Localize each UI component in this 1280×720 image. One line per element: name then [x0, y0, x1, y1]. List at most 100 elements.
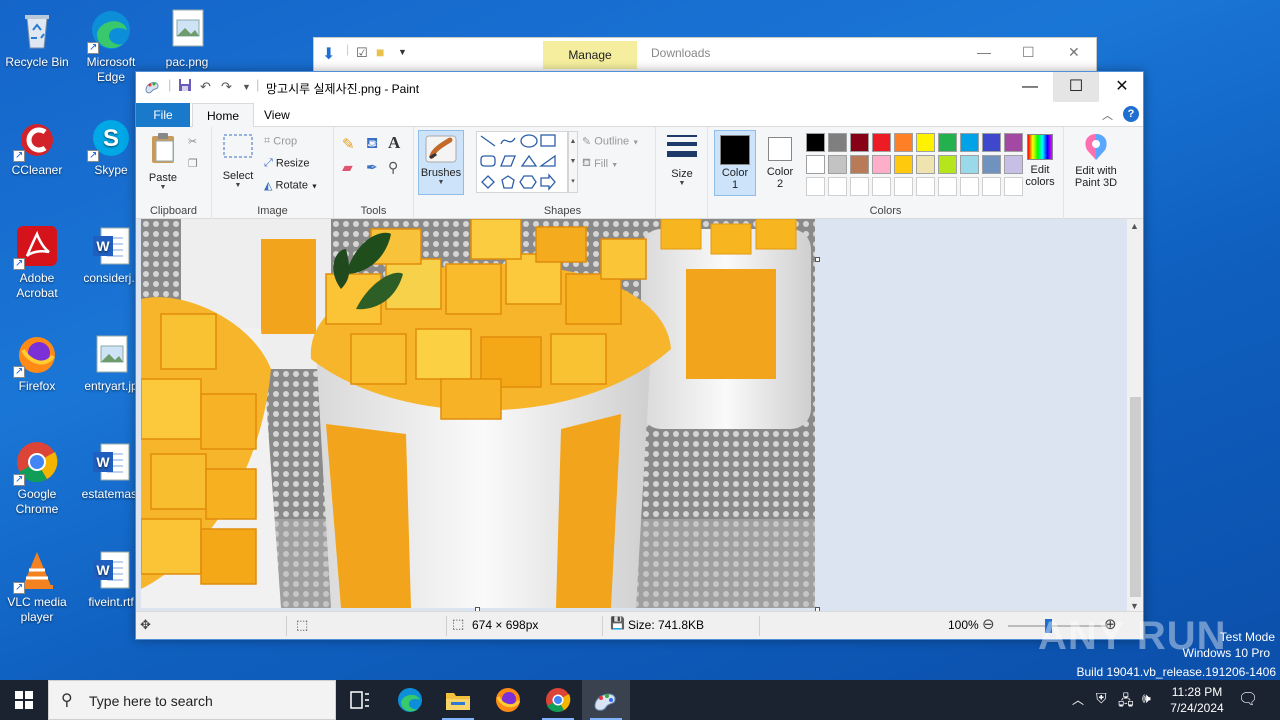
pencil-icon[interactable]: ✎	[342, 135, 355, 153]
zoom-out-icon[interactable]: ⊖	[982, 615, 995, 633]
file-menu[interactable]: File	[136, 103, 190, 127]
taskbar-firefox[interactable]	[484, 680, 532, 720]
custom-color-slot[interactable]	[894, 177, 913, 196]
desktop-icon-pac[interactable]: pac.png	[150, 8, 224, 70]
undo-icon[interactable]: ↶	[200, 79, 211, 95]
explorer-window[interactable]: ⬇ | ☑ ■ ▼ Manage Downloads — ☐ ✕	[313, 37, 1097, 73]
color-swatch[interactable]	[806, 133, 825, 152]
size-button[interactable]: Size ▼	[662, 131, 702, 187]
taskbar-paint[interactable]	[582, 680, 630, 720]
cut-icon[interactable]: ✂	[188, 135, 197, 148]
color-swatch[interactable]	[982, 133, 1001, 152]
start-button[interactable]	[0, 680, 48, 720]
fill-bucket-icon[interactable]: ⛾	[366, 135, 378, 154]
tab-view[interactable]: View	[250, 103, 304, 127]
color-picker-icon[interactable]: ✒	[366, 159, 378, 176]
folder-icon[interactable]: ■	[376, 44, 384, 60]
taskbar-file-explorer[interactable]	[434, 680, 482, 720]
color-swatch[interactable]	[894, 155, 913, 174]
custom-color-slot[interactable]	[938, 177, 957, 196]
color-swatch[interactable]	[938, 133, 957, 152]
taskbar-edge[interactable]	[386, 680, 434, 720]
shapes-gallery[interactable]	[476, 131, 568, 193]
collapse-ribbon-icon[interactable]: ︿	[1102, 107, 1113, 123]
desktop-icon-chrome[interactable]: Google Chrome	[0, 440, 74, 517]
color-swatch[interactable]	[850, 133, 869, 152]
magnifier-icon[interactable]: ⚲	[388, 159, 398, 176]
color-swatch[interactable]	[916, 133, 935, 152]
copy-icon[interactable]: ❐	[188, 157, 198, 170]
custom-color-slot[interactable]	[850, 177, 869, 196]
maximize-icon[interactable]: ☐	[1022, 44, 1035, 61]
custom-color-slot[interactable]	[982, 177, 1001, 196]
customize-toolbar-icon[interactable]: ▼	[242, 82, 251, 92]
scroll-thumb[interactable]	[1130, 397, 1141, 597]
fill-button[interactable]: ⛾ Fill ▼	[582, 157, 618, 171]
color-swatch[interactable]	[806, 155, 825, 174]
color-swatch[interactable]	[850, 155, 869, 174]
paste-button[interactable]: Paste ▼	[144, 131, 182, 191]
color-swatch[interactable]	[872, 155, 891, 174]
color-swatch[interactable]	[960, 155, 979, 174]
desktop-icon-firefox[interactable]: Firefox	[0, 332, 74, 394]
manage-tab[interactable]: Manage	[543, 41, 637, 69]
scroll-down-icon[interactable]: ▼	[1130, 601, 1139, 611]
text-tool-icon[interactable]: A	[388, 133, 400, 153]
paint-window[interactable]: | ↶ ↷ ▼ | 망고시루 실제사진.png - Paint — ☐ ✕ Fi…	[135, 71, 1144, 640]
show-hidden-icons[interactable]: ︿	[1072, 691, 1084, 708]
network-icon[interactable]: 🖧	[1118, 690, 1134, 714]
custom-color-slot[interactable]	[806, 177, 825, 196]
color-swatch[interactable]	[828, 155, 847, 174]
help-icon[interactable]: ?	[1123, 106, 1139, 122]
color-swatch[interactable]	[960, 133, 979, 152]
color-swatch[interactable]	[828, 133, 847, 152]
desktop-icon-acrobat[interactable]: Adobe Acrobat	[0, 224, 74, 301]
mango-cake-image[interactable]	[141, 219, 815, 608]
security-icon[interactable]: ⛨	[1096, 690, 1107, 707]
scroll-up-icon[interactable]: ▲	[1130, 221, 1139, 231]
color-swatch[interactable]	[894, 133, 913, 152]
color1-button[interactable]: Color 1	[714, 130, 756, 196]
edit-with-paint3d-button[interactable]: Edit with Paint 3D	[1068, 130, 1124, 196]
resize-button[interactable]: ⤢ Resize	[264, 157, 310, 170]
eraser-icon[interactable]: ▰	[342, 159, 353, 176]
properties-icon[interactable]: ☑	[356, 45, 368, 61]
outline-button[interactable]: ✎ Outline ▼	[582, 135, 639, 148]
custom-color-slot[interactable]	[916, 177, 935, 196]
chevron-down-icon[interactable]: ▼	[398, 47, 407, 57]
close-button[interactable]: ✕	[1099, 72, 1145, 102]
taskbar-search[interactable]: ⚲ Type here to search	[48, 680, 336, 720]
desktop-icon-vlc[interactable]: VLC media player	[0, 548, 74, 625]
select-button[interactable]: Select ▼	[218, 131, 258, 189]
color-swatch[interactable]	[916, 155, 935, 174]
rotate-button[interactable]: ◭ Rotate ▼	[264, 179, 318, 192]
custom-color-slot[interactable]	[872, 177, 891, 196]
edit-colors-button[interactable]: Edit colors	[1018, 130, 1062, 196]
resize-handle-right[interactable]	[815, 257, 820, 262]
custom-color-slot[interactable]	[828, 177, 847, 196]
minimize-button[interactable]: —	[1007, 72, 1053, 102]
desktop-icon-recycle-bin[interactable]: Recycle Bin	[0, 8, 74, 70]
task-view-button[interactable]	[336, 680, 384, 720]
clock[interactable]: 11:28 PM 7/24/2024	[1160, 684, 1234, 716]
volume-icon[interactable]: 🕪	[1142, 690, 1151, 707]
taskbar-chrome[interactable]	[534, 680, 582, 720]
brushes-button[interactable]: Brushes ▼	[418, 130, 464, 195]
tab-home[interactable]: Home	[192, 103, 255, 128]
title-bar[interactable]: | ↶ ↷ ▼ | 망고시루 실제사진.png - Paint — ☐ ✕	[136, 72, 1143, 103]
custom-color-slot[interactable]	[960, 177, 979, 196]
close-icon[interactable]: ✕	[1068, 44, 1080, 61]
desktop-icon-ccleaner[interactable]: CCleaner	[0, 116, 74, 178]
maximize-button[interactable]: ☐	[1053, 72, 1099, 102]
color2-button[interactable]: Color 2	[760, 130, 800, 196]
color-swatch[interactable]	[872, 133, 891, 152]
redo-icon[interactable]: ↷	[221, 79, 232, 95]
minimize-icon[interactable]: —	[977, 44, 991, 60]
color-swatch[interactable]	[982, 155, 1001, 174]
vertical-scrollbar[interactable]: ▲ ▼	[1127, 219, 1143, 613]
save-icon[interactable]	[178, 78, 192, 95]
notifications-icon[interactable]: 🗨	[1238, 689, 1258, 709]
canvas-area[interactable]	[136, 219, 1129, 613]
crop-button[interactable]: ⌗ Crop	[264, 135, 297, 148]
shapes-scroll[interactable]: ▲ ▼ ▾	[568, 131, 578, 193]
